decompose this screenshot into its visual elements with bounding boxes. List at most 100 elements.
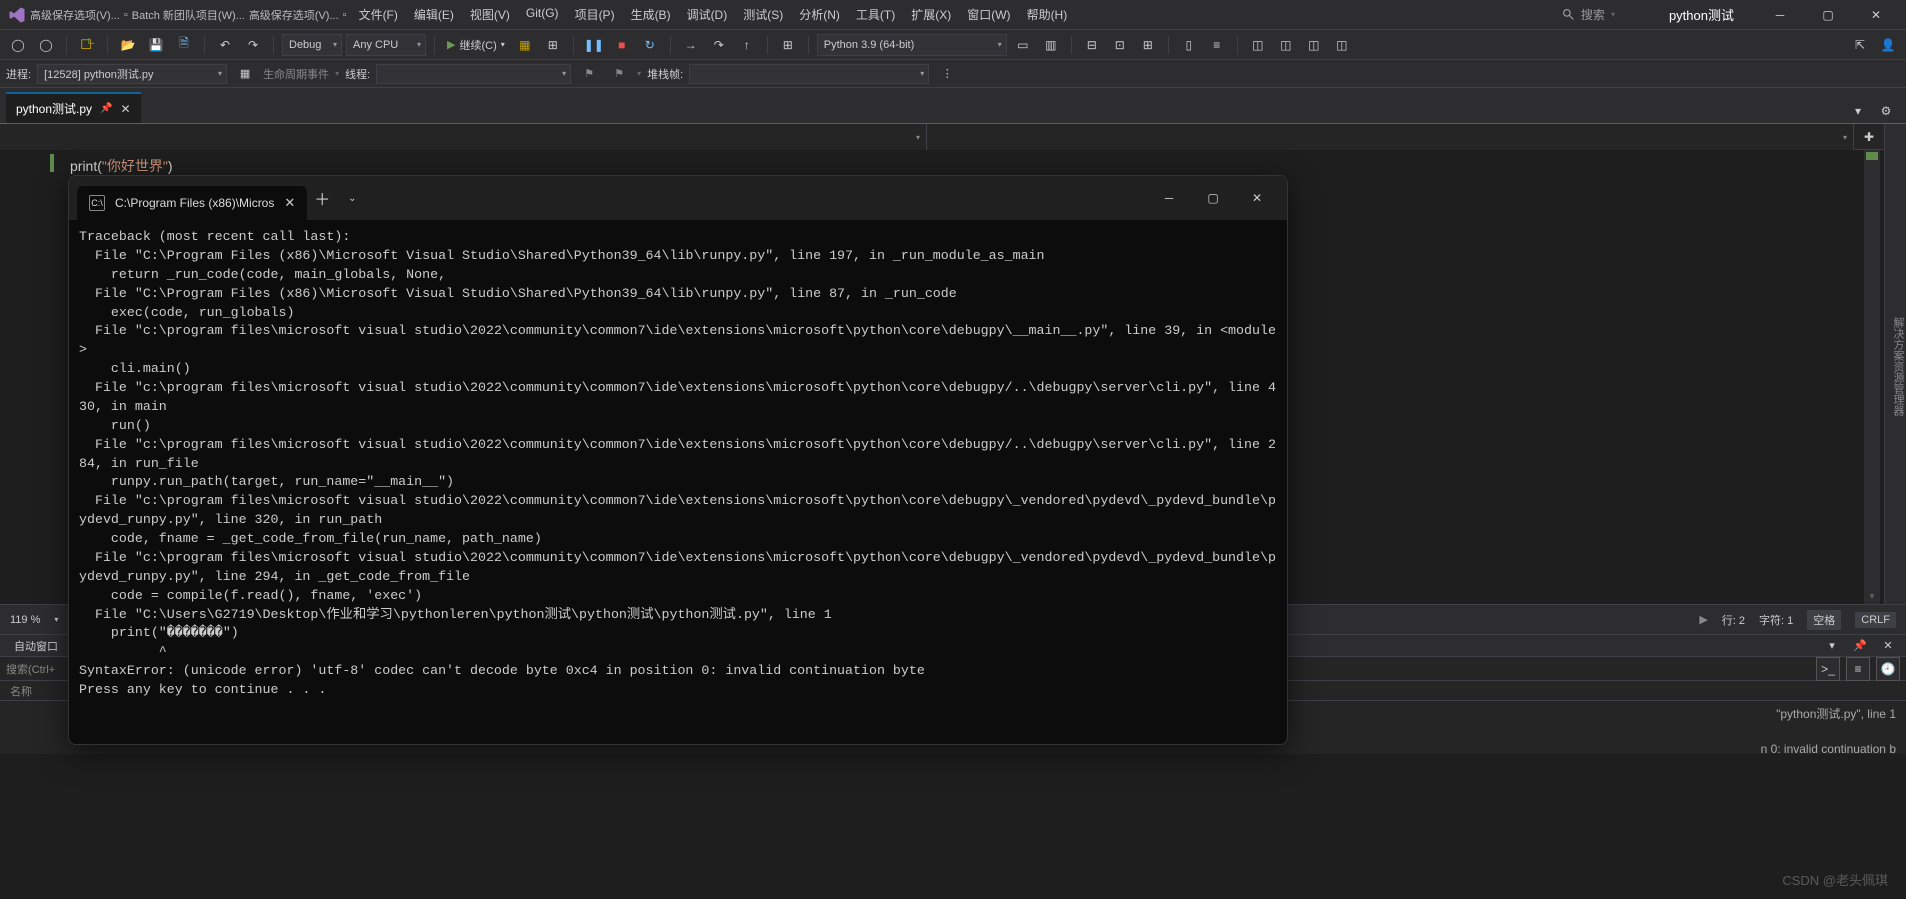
restart-button[interactable]: ↻ xyxy=(638,33,662,57)
scroll-down-icon[interactable]: ▾ xyxy=(1864,591,1880,602)
menu-item-4[interactable]: 项目(P) xyxy=(567,6,623,23)
panel-pin-icon[interactable]: 📌 xyxy=(1848,634,1872,658)
env-icon-1[interactable]: ▭ xyxy=(1011,33,1035,57)
terminal-maximize-button[interactable]: ▢ xyxy=(1191,183,1235,213)
tool-icon-2[interactable]: ⊞ xyxy=(541,33,565,57)
tool-icon-5[interactable]: ⊡ xyxy=(1108,33,1132,57)
menu-item-7[interactable]: 测试(S) xyxy=(735,6,791,23)
menu-item-9[interactable]: 工具(T) xyxy=(848,6,903,23)
col-indicator[interactable]: 字符: 1 xyxy=(1759,612,1793,628)
close-button[interactable]: ✕ xyxy=(1854,1,1898,29)
line-indicator[interactable]: 行: 2 xyxy=(1722,612,1745,628)
overflow-icon[interactable]: ⋮ xyxy=(935,62,959,86)
terminal-output[interactable]: Traceback (most recent call last): File … xyxy=(69,220,1287,744)
output-icon-2[interactable]: ≡ xyxy=(1846,657,1870,681)
tool-icon-11[interactable]: ◫ xyxy=(1302,33,1326,57)
menu-item-1[interactable]: 编辑(E) xyxy=(406,6,462,23)
nav-dropdown-2[interactable] xyxy=(927,124,1854,150)
stackframe-dropdown[interactable] xyxy=(689,64,929,84)
breadcrumb-icon: ▫ xyxy=(124,9,128,21)
step-over-button[interactable]: ↷ xyxy=(707,33,731,57)
save-all-button[interactable]: 🗎 xyxy=(172,33,196,57)
indent-indicator[interactable]: 空格 xyxy=(1807,610,1841,630)
eol-indicator[interactable]: CRLF xyxy=(1855,612,1896,628)
file-tab-strip: python测试.py 📌 ✕ ▾ ⚙ xyxy=(0,88,1906,124)
menu-item-3[interactable]: Git(G) xyxy=(518,6,567,23)
forward-button[interactable]: ◯ xyxy=(34,33,58,57)
redo-button[interactable]: ↷ xyxy=(241,33,265,57)
lifecycle-icon[interactable]: ▦ xyxy=(233,62,257,86)
tool-icon-6[interactable]: ⊞ xyxy=(1136,33,1160,57)
search-placeholder[interactable]: 搜索(Ctrl+ xyxy=(6,661,55,677)
env-icon-2[interactable]: ▥ xyxy=(1039,33,1063,57)
tool-icon-3[interactable]: ⊞ xyxy=(776,33,800,57)
menu-item-5[interactable]: 生成(B) xyxy=(623,6,679,23)
panel-close-icon[interactable]: ✕ xyxy=(1876,634,1900,658)
split-editor-button[interactable]: ✚ xyxy=(1854,124,1884,149)
step-out-button[interactable]: ↑ xyxy=(735,33,759,57)
tab-gear-icon[interactable]: ⚙ xyxy=(1874,99,1898,123)
name-column-header[interactable]: 名称 xyxy=(10,683,32,699)
flag-icon[interactable]: ⚑ xyxy=(577,62,601,86)
minimize-button[interactable]: ─ xyxy=(1758,1,1802,29)
terminal-minimize-button[interactable]: ─ xyxy=(1147,183,1191,213)
python-env-dropdown[interactable]: Python 3.9 (64-bit) xyxy=(817,34,1007,56)
output-icon-3[interactable]: 🕘 xyxy=(1876,657,1900,681)
file-tab[interactable]: python测试.py 📌 ✕ xyxy=(6,92,141,123)
pause-button[interactable]: ❚❚ xyxy=(582,33,606,57)
zoom-level[interactable]: 119 % xyxy=(10,614,40,626)
flag-icon-2[interactable]: ⚑ xyxy=(607,62,631,86)
auto-window-tab[interactable]: 自动窗口 xyxy=(6,636,66,656)
tool-icon-7[interactable]: ▯ xyxy=(1177,33,1201,57)
tool-icon-9[interactable]: ◫ xyxy=(1246,33,1270,57)
terminal-tab[interactable]: C:\ C:\Program Files (x86)\Micros ✕ xyxy=(77,186,307,220)
menu-item-10[interactable]: 扩展(X) xyxy=(903,6,959,23)
nav-arrow-icon[interactable]: ▶ xyxy=(1699,613,1707,626)
platform-dropdown[interactable]: Any CPU xyxy=(346,34,426,56)
open-button[interactable]: 📂 xyxy=(116,33,140,57)
stop-button[interactable]: ■ xyxy=(610,33,634,57)
menu-item-8[interactable]: 分析(N) xyxy=(791,6,848,23)
breadcrumb-1[interactable]: 高级保存选项(V)... xyxy=(30,7,120,23)
search-box[interactable]: 搜索 ▾ xyxy=(1552,6,1645,23)
process-dropdown[interactable]: [12528] python测试.py xyxy=(37,64,227,84)
tool-icon-8[interactable]: ≡ xyxy=(1205,33,1229,57)
maximize-button[interactable]: ▢ xyxy=(1806,1,1850,29)
pin-icon[interactable]: 📌 xyxy=(100,103,112,114)
tab-close-icon[interactable]: ✕ xyxy=(121,102,131,116)
terminal-new-tab-button[interactable]: ＋ xyxy=(307,186,337,210)
new-project-button[interactable] xyxy=(75,33,99,57)
tool-icon-1[interactable]: ▦ xyxy=(513,33,537,57)
undo-button[interactable]: ↶ xyxy=(213,33,237,57)
panel-dropdown-icon[interactable]: ▾ xyxy=(1820,634,1844,658)
menu-item-6[interactable]: 调试(D) xyxy=(679,6,736,23)
thread-dropdown[interactable] xyxy=(376,64,571,84)
share-button[interactable]: ⇱ xyxy=(1848,33,1872,57)
breadcrumb-3[interactable]: 高级保存选项(V)... xyxy=(249,7,339,23)
menu-item-12[interactable]: 帮助(H) xyxy=(1019,6,1076,23)
config-dropdown[interactable]: Debug xyxy=(282,34,342,56)
tool-icon-10[interactable]: ◫ xyxy=(1274,33,1298,57)
back-button[interactable]: ◯ xyxy=(6,33,30,57)
terminal-dropdown-button[interactable]: ⌄ xyxy=(337,193,367,204)
continue-button[interactable]: ▶继续(C)▾ xyxy=(443,37,509,53)
tab-overflow-icon[interactable]: ▾ xyxy=(1846,99,1870,123)
menu-item-11[interactable]: 窗口(W) xyxy=(959,6,1018,23)
terminal-close-button[interactable]: ✕ xyxy=(1235,183,1279,213)
menu-item-2[interactable]: 视图(V) xyxy=(462,6,518,23)
save-button[interactable]: 💾 xyxy=(144,33,168,57)
step-into-button[interactable]: → xyxy=(679,33,703,57)
continue-label: 继续(C) xyxy=(459,37,496,53)
terminal-titlebar[interactable]: C:\ C:\Program Files (x86)\Micros ✕ ＋ ⌄ … xyxy=(69,176,1287,220)
solution-explorer-tab[interactable]: 解决方案资源管理器 xyxy=(1890,317,1906,416)
breadcrumb-2[interactable]: Batch 新团队项目(W)... xyxy=(132,7,245,23)
output-icon-1[interactable]: >_ xyxy=(1816,657,1840,681)
terminal-tab-close-icon[interactable]: ✕ xyxy=(284,195,295,211)
scrollbar[interactable]: ▾ xyxy=(1864,150,1880,604)
right-rail: 解决方案资源管理器 Git 更改 xyxy=(1884,124,1906,604)
tool-icon-12[interactable]: ◫ xyxy=(1330,33,1354,57)
tool-icon-4[interactable]: ⊟ xyxy=(1080,33,1104,57)
account-button[interactable]: 👤 xyxy=(1876,33,1900,57)
menu-item-0[interactable]: 文件(F) xyxy=(351,6,406,23)
nav-dropdown-1[interactable] xyxy=(0,124,927,150)
